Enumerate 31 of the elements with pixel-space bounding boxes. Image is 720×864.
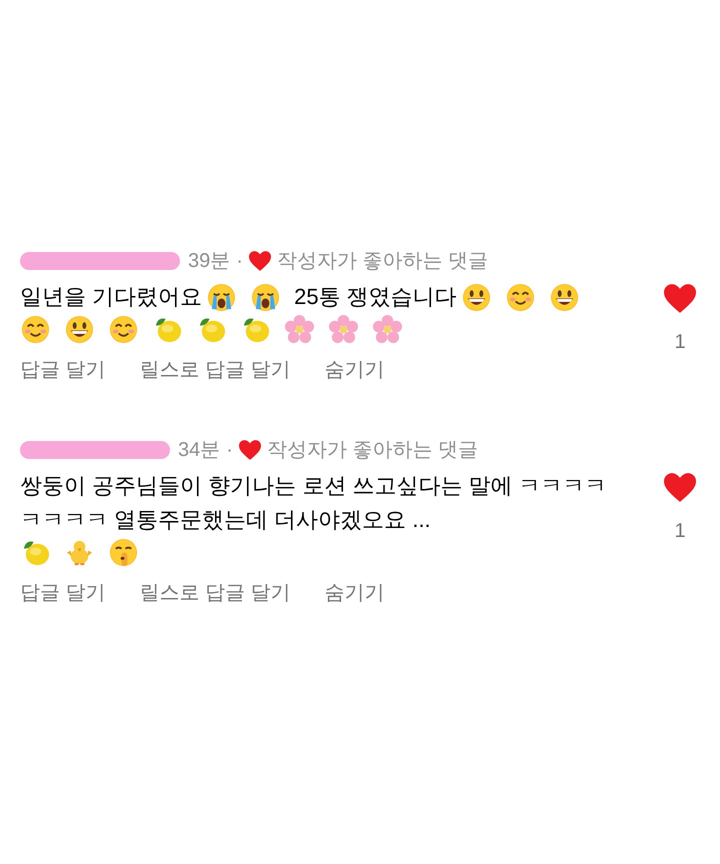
author-liked-label: 작성자가 좋아하는 댓글 <box>266 438 478 463</box>
blossom-icon <box>284 314 315 345</box>
grinning-face-icon <box>460 282 492 312</box>
blossom-icon <box>372 314 403 345</box>
smiling-face-icon <box>504 282 536 312</box>
like-heart-icon[interactable] <box>664 473 696 502</box>
author-liked-label: 작성자가 좋아하는 댓글 <box>276 249 488 274</box>
separator-dot: · <box>226 438 233 463</box>
comment-action-link[interactable]: 릴스로 답글 달기 <box>140 355 291 385</box>
shushing-face-icon <box>108 537 139 568</box>
comment-action-link[interactable]: 답글 달기 <box>20 355 106 385</box>
smiling-face-icon <box>20 314 51 345</box>
comment-time: 34분 <box>178 438 220 463</box>
separator-dot: · <box>236 249 243 274</box>
comment-time: 39분 <box>188 249 230 274</box>
like-count: 1 <box>674 330 686 355</box>
comment-action-link[interactable]: 숨기기 <box>324 355 385 385</box>
comment-text: 25통 쟁였습니다 <box>294 283 457 311</box>
comment-text: 쌍둥이 공주님들이 향기나는 로션 쓰고싶다는 말에 ㅋㅋㅋㅋㅋㅋㅋㅋ 열통주문했는데 더사야겠오요 ... <box>20 472 608 534</box>
crying-face-icon <box>250 282 282 312</box>
crying-face-icon <box>206 282 238 312</box>
like-count: 1 <box>674 519 686 544</box>
grinning-face-icon <box>64 314 95 345</box>
like-heart-icon[interactable] <box>664 284 696 313</box>
comment-action-link[interactable]: 릴스로 답글 달기 <box>140 578 291 608</box>
comment-text: 일년을 기다렸어요 <box>20 283 202 311</box>
grinning-face-icon <box>548 282 580 312</box>
blossom-icon <box>328 314 359 345</box>
smiling-face-icon <box>108 314 139 345</box>
comment-action-link[interactable]: 답글 달기 <box>20 578 106 608</box>
comment-action-link[interactable]: 숨기기 <box>324 578 385 608</box>
